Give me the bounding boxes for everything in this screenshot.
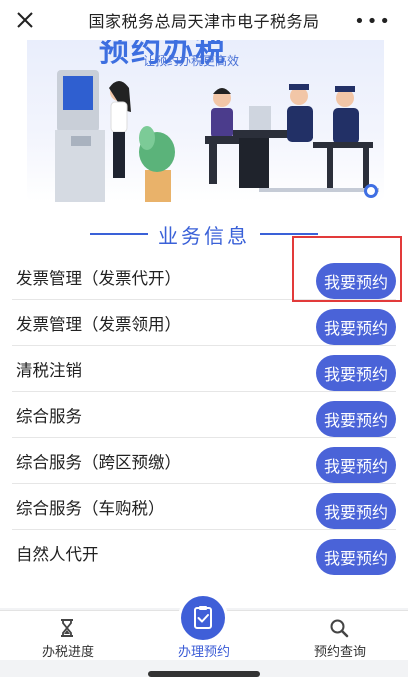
hourglass-icon — [61, 619, 73, 637]
page-title: 国家税务总局天津市电子税务局 — [88, 12, 320, 31]
divider — [260, 233, 318, 235]
list-item: 综合服务 我要预约 — [12, 392, 396, 438]
service-label: 清税注销 — [16, 360, 82, 380]
highlight-box — [292, 236, 402, 302]
more-icon[interactable]: ••• — [354, 11, 392, 32]
service-label: 发票管理（发票领用） — [16, 314, 181, 334]
close-icon[interactable] — [14, 9, 36, 31]
banner-indicator[interactable] — [364, 184, 378, 198]
home-indicator-area — [0, 660, 408, 677]
banner: 预约办税 让预约办税更高效 — [27, 40, 384, 202]
book-button[interactable]: 我要预约 — [316, 400, 396, 437]
home-indicator[interactable] — [148, 671, 260, 677]
tab-progress[interactable]: 办税进度 — [0, 611, 136, 661]
booking-center-button[interactable] — [181, 596, 225, 640]
list-item: 综合服务（车购税） 我要预约 — [12, 484, 396, 530]
tab-label: 预约查询 — [313, 645, 366, 660]
book-button[interactable]: 我要预约 — [316, 354, 396, 391]
list-item: 综合服务（跨区预缴） 我要预约 — [12, 438, 396, 484]
banner-illustration — [55, 70, 379, 202]
list-item: 自然人代开 我要预约 — [12, 530, 396, 576]
book-button[interactable]: 我要预约 — [316, 492, 396, 529]
book-button[interactable]: 我要预约 — [316, 446, 396, 483]
book-button[interactable]: 我要预约 — [316, 308, 396, 345]
service-label: 综合服务（跨区预缴） — [16, 452, 181, 472]
service-label: 自然人代开 — [16, 545, 99, 564]
service-label: 综合服务 — [16, 406, 82, 426]
search-icon — [330, 619, 349, 638]
book-button[interactable]: 我要预约 — [316, 539, 396, 575]
service-label: 综合服务（车购税） — [16, 498, 165, 518]
tab-query[interactable]: 预约查询 — [272, 611, 408, 661]
list-item: 清税注销 我要预约 — [12, 346, 396, 392]
list-item: 发票管理（发票领用） 我要预约 — [12, 300, 396, 346]
top-bar: 国家税务总局天津市电子税务局 ••• — [0, 0, 408, 40]
section-title: 业务信息 — [158, 223, 250, 248]
tab-label: 办理预约 — [177, 645, 230, 660]
clipboard-check-icon — [194, 606, 212, 629]
service-label: 发票管理（发票代开） — [16, 268, 181, 288]
divider — [90, 233, 148, 235]
service-list: 发票管理（发票代开） 我要预约 发票管理（发票领用） 我要预约 清税注销 我要预… — [12, 254, 396, 576]
tab-label: 办税进度 — [41, 645, 94, 660]
banner-area: 预约办税 让预约办税更高效 — [0, 40, 408, 208]
